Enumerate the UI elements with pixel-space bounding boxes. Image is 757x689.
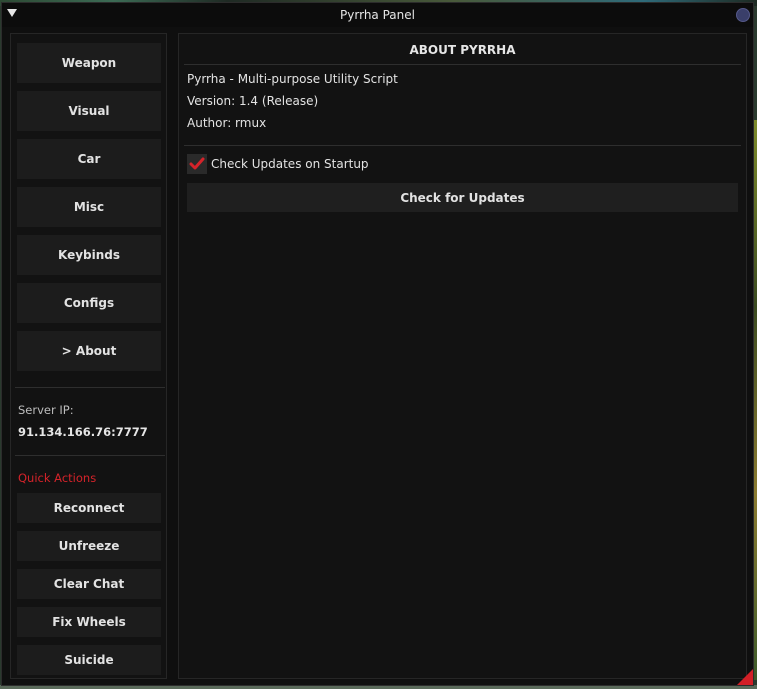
- about-version: Version: 1.4 (Release): [187, 94, 319, 108]
- nav-weapon-button[interactable]: Weapon: [17, 43, 161, 83]
- check-for-updates-button[interactable]: Check for Updates: [187, 183, 738, 212]
- about-panel: ABOUT PYRRHA Pyrrha - Multi-purpose Util…: [178, 33, 747, 679]
- resize-grip-icon[interactable]: [737, 669, 753, 685]
- clear-chat-button[interactable]: Clear Chat: [17, 569, 161, 599]
- fix-wheels-button[interactable]: Fix Wheels: [17, 607, 161, 637]
- nav-car-button[interactable]: Car: [17, 139, 161, 179]
- sidebar-divider: [15, 387, 165, 388]
- about-description: Pyrrha - Multi-purpose Utility Script: [187, 72, 398, 86]
- checkmark-icon: [189, 157, 205, 170]
- server-ip-value: 91.134.166.76:7777: [18, 425, 148, 439]
- nav-about-button[interactable]: > About: [17, 331, 161, 371]
- window-title: Pyrrha Panel: [340, 8, 415, 22]
- nav-visual-button[interactable]: Visual: [17, 91, 161, 131]
- check-updates-checkbox[interactable]: [187, 154, 207, 174]
- reconnect-button[interactable]: Reconnect: [17, 493, 161, 523]
- unfreeze-button[interactable]: Unfreeze: [17, 531, 161, 561]
- title-bar[interactable]: Pyrrha Panel: [2, 3, 753, 27]
- check-updates-label[interactable]: Check Updates on Startup: [211, 157, 369, 171]
- suicide-button[interactable]: Suicide: [17, 645, 161, 675]
- pyrrha-panel-window: Pyrrha Panel Weapon Visual Car Misc Keyb…: [1, 2, 754, 686]
- about-title: ABOUT PYRRHA: [409, 43, 516, 57]
- server-ip-label: Server IP:: [18, 403, 74, 417]
- header-divider: [184, 64, 741, 65]
- nav-configs-button[interactable]: Configs: [17, 283, 161, 323]
- quick-actions-label: Quick Actions: [18, 471, 97, 485]
- close-icon[interactable]: [736, 8, 750, 22]
- content-divider: [184, 145, 741, 146]
- nav-misc-button[interactable]: Misc: [17, 187, 161, 227]
- sidebar: Weapon Visual Car Misc Keybinds Configs …: [10, 33, 167, 679]
- nav-keybinds-button[interactable]: Keybinds: [17, 235, 161, 275]
- sidebar-divider: [15, 455, 165, 456]
- about-author: Author: rmux: [187, 116, 267, 130]
